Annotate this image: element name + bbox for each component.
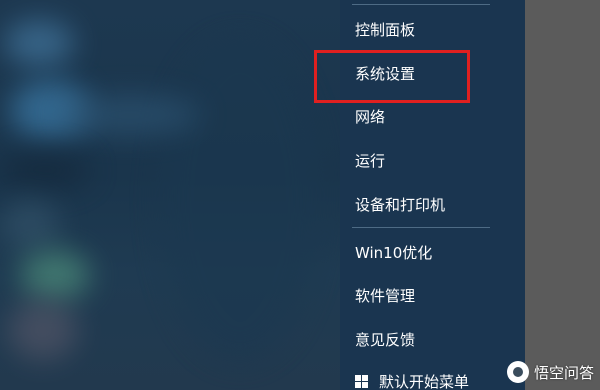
menu-item-label: Win10优化 — [355, 244, 433, 262]
menu-item-network[interactable]: 网络 — [355, 103, 385, 131]
menu-item-win10-optimize[interactable]: Win10优化 — [355, 239, 432, 267]
menu-item-devices-printers[interactable]: 设备和打印机 — [355, 191, 445, 219]
menu-item-label: 默认开始菜单 — [379, 373, 470, 390]
menu-item-software-manager[interactable]: 软件管理 — [355, 282, 415, 310]
screen: 控制面板 系统设置 网络 运行 设备和打印机 Win10优化 软件管理 意见反馈… — [0, 0, 600, 390]
watermark-text: 悟空问答 — [533, 363, 594, 382]
blurred-desktop — [0, 0, 340, 390]
menu-item-run[interactable]: 运行 — [355, 147, 385, 175]
menu-item-label: 网络 — [355, 108, 386, 126]
menu-item-default-start-menu[interactable]: 默认开始菜单 — [355, 368, 469, 390]
menu-item-label: 意见反馈 — [355, 331, 416, 349]
watermark: 悟空问答 — [506, 360, 594, 384]
menu-item-label: 运行 — [355, 152, 386, 170]
menu-item-label: 软件管理 — [355, 287, 416, 305]
menu-item-feedback[interactable]: 意见反馈 — [355, 326, 415, 354]
menu-separator — [352, 227, 490, 228]
windows-logo-icon — [355, 375, 369, 389]
menu-item-control-panel[interactable]: 控制面板 — [355, 16, 415, 44]
menu-item-label: 控制面板 — [355, 21, 416, 39]
wukong-logo-icon — [506, 361, 529, 383]
menu-item-label: 设备和打印机 — [355, 196, 446, 214]
right-panel — [525, 0, 600, 390]
menu-separator — [352, 4, 490, 5]
highlight-box — [314, 50, 470, 103]
